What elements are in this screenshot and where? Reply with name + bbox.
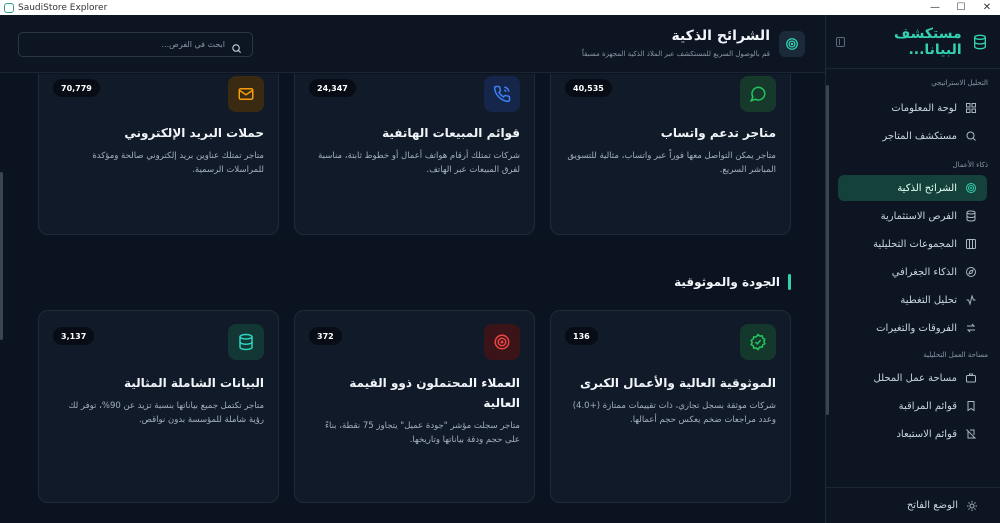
sidebar-item-label: مساحة عمل المحلل xyxy=(873,372,958,384)
sun-icon xyxy=(966,500,978,512)
badge-check-icon xyxy=(740,324,776,360)
segment-card-whatsapp[interactable]: 40,535 متاجر تدعم واتساب متاجر يمكن التو… xyxy=(550,74,791,235)
sidebar-item-label: الذكاء الجغرافي xyxy=(891,266,957,278)
sidebar-item-smart-segments[interactable]: الشرائح الذكية xyxy=(838,175,987,201)
segment-description: متاجر يمكن التواصل معها فوراً عبر واتساب… xyxy=(567,151,776,175)
sidebar-item-label: قوائم المراقبة xyxy=(898,400,957,412)
target-icon xyxy=(484,324,520,360)
sidebar-header: مستكشف البيانا... xyxy=(826,15,1000,69)
content-scrollbar[interactable] xyxy=(0,172,3,340)
database-logo-icon xyxy=(970,31,990,53)
segment-title: قوائم المبيعات الهاتفية xyxy=(382,126,520,140)
whatsapp-icon xyxy=(740,76,776,112)
sidebar-item-label: الفروقات والتغيرات xyxy=(876,322,957,334)
sidebar-item-label: تحليل التغطية xyxy=(900,294,957,306)
segment-card-phone-sales[interactable]: 24,347 قوائم المبيعات الهاتفية شركات تمت… xyxy=(294,74,535,235)
search-icon xyxy=(231,39,242,54)
segment-title: الموثوقية العالية والأعمال الكبرى xyxy=(580,376,776,390)
segment-card-high-reliability[interactable]: 136 الموثوقية العالية والأعمال الكبرى شر… xyxy=(550,310,791,503)
main-content: 40,535 متاجر تدعم واتساب متاجر يمكن التو… xyxy=(0,74,825,523)
sidebar-item-exclusion-lists[interactable]: قوائم الاستبعاد xyxy=(838,421,987,447)
sidebar-item-label: المجموعات التحليلية xyxy=(873,238,957,250)
sidebar-section-label: ذكاء الأعمال xyxy=(952,161,988,169)
segment-description: متاجر تكتمل جميع بياناتها بنسبة تزيد عن … xyxy=(68,401,264,425)
segment-description: شركات تمتلك أرقام هواتف أعمال أو خطوط ثا… xyxy=(318,151,520,175)
segment-count: 24,347 xyxy=(309,79,356,97)
minimize-button[interactable]: — xyxy=(922,2,948,13)
sidebar-collapse-icon[interactable] xyxy=(836,36,846,47)
segment-description: شركات موثقة بسجل تجاري، ذات تقييمات ممتا… xyxy=(572,401,776,425)
sidebar-item-label: لوحة المعلومات xyxy=(891,102,957,114)
segment-title: حملات البريد الإلكتروني xyxy=(124,126,264,140)
mail-icon xyxy=(228,76,264,112)
sidebar-item-watchlists[interactable]: قوائم المراقبة xyxy=(838,393,987,419)
sidebar-section-label: مساحة العمل التحليلية xyxy=(923,351,988,359)
page-title: الشرائح الذكية xyxy=(671,28,770,44)
activity-icon xyxy=(965,294,977,306)
segment-count: 136 xyxy=(565,327,598,345)
sidebar-item-label: الفرص الاستثمارية xyxy=(880,210,957,222)
window-titlebar: SaudiStore Explorer — ☐ ✕ xyxy=(0,0,1000,15)
sidebar-item-coverage-analysis[interactable]: تحليل التغطية xyxy=(838,287,987,313)
segment-title: العملاء المحتملون ذوو القيمة العالية xyxy=(349,376,520,410)
sidebar-section-label: التحليل الاستراتيجي xyxy=(931,79,988,87)
segment-count: 3,137 xyxy=(53,327,95,345)
segment-title: متاجر تدعم واتساب xyxy=(660,126,776,140)
database-icon xyxy=(228,324,264,360)
page-subtitle: قم بالوصول السريع للمستكشف عبر الملاذ ال… xyxy=(581,50,770,58)
sidebar-item-dashboard[interactable]: لوحة المعلومات xyxy=(838,95,987,121)
segment-count: 372 xyxy=(309,327,342,345)
sidebar-item-label: مستكشف المتاجر xyxy=(882,130,957,142)
columns-icon xyxy=(965,238,977,250)
sidebar-item-differences-changes[interactable]: الفروقات والتغيرات xyxy=(838,315,987,341)
sidebar-item-analyst-workspace[interactable]: مساحة عمل المحلل xyxy=(838,365,987,391)
segment-description: متاجر تمتلك عناوين بريد إلكتروني صالحة و… xyxy=(92,151,264,175)
segment-description: متاجر سجلت مؤشر "جودة عميل" يتجاوز 75 نق… xyxy=(324,421,520,445)
target-icon xyxy=(779,31,805,57)
light-mode-label: الوضع الفاتح xyxy=(906,500,958,511)
section-title: الجودة والموثوقية xyxy=(674,274,791,290)
target-icon xyxy=(965,182,977,194)
sidebar-item-analytic-groups[interactable]: المجموعات التحليلية xyxy=(838,231,987,257)
segment-title: البيانات الشاملة المثالية xyxy=(123,376,264,390)
sidebar-item-geo-intelligence[interactable]: الذكاء الجغرافي xyxy=(838,259,987,285)
segment-count: 70,779 xyxy=(53,79,100,97)
grid-icon xyxy=(965,102,977,114)
phone-icon xyxy=(484,76,520,112)
segment-count: 40,535 xyxy=(565,79,612,97)
sidebar-item-label: الشرائح الذكية xyxy=(897,182,957,194)
segment-card-complete-data[interactable]: 3,137 البيانات الشاملة المثالية متاجر تك… xyxy=(38,310,279,503)
segment-card-email-campaigns[interactable]: 70,779 حملات البريد الإلكتروني متاجر تمت… xyxy=(38,74,279,235)
sidebar-item-investment-opportunities[interactable]: الفرص الاستثمارية xyxy=(838,203,987,229)
bookmark-icon xyxy=(965,400,977,412)
database-icon xyxy=(965,210,977,222)
section-title-text: الجودة والموثوقية xyxy=(674,275,780,289)
window-title: SaudiStore Explorer xyxy=(18,2,108,13)
search-input[interactable] xyxy=(29,40,225,49)
swap-icon xyxy=(965,322,977,334)
page-header: الشرائح الذكية قم بالوصول السريع للمستكش… xyxy=(0,15,825,73)
search-icon xyxy=(965,130,977,142)
sidebar-scrollbar[interactable] xyxy=(826,85,829,415)
maximize-button[interactable]: ☐ xyxy=(948,2,974,13)
section-accent-bar xyxy=(788,274,791,290)
app-icon xyxy=(4,2,14,13)
segment-card-high-value-leads[interactable]: 372 العملاء المحتملون ذوو القيمة العالية… xyxy=(294,310,535,503)
search-box[interactable] xyxy=(18,32,253,57)
sidebar: مستكشف البيانا... التحليل الاستراتيجي لو… xyxy=(825,15,1000,523)
light-mode-toggle[interactable]: الوضع الفاتح xyxy=(825,487,1000,523)
compass-icon xyxy=(965,266,977,278)
sidebar-item-store-explorer[interactable]: مستكشف المتاجر xyxy=(838,123,987,149)
briefcase-icon xyxy=(965,372,977,384)
sidebar-item-label: قوائم الاستبعاد xyxy=(896,428,957,440)
close-button[interactable]: ✕ xyxy=(974,2,1000,13)
slash-icon xyxy=(965,428,977,440)
app-name: مستكشف البيانا... xyxy=(893,25,962,58)
